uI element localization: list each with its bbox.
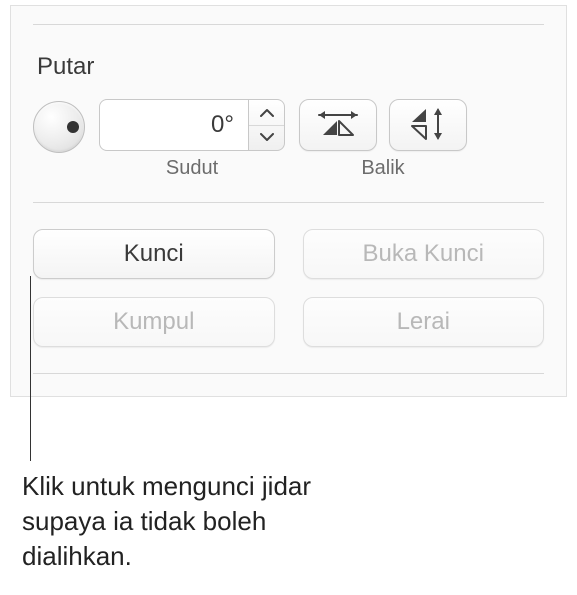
unlock-button[interactable]: Buka Kunci (303, 229, 545, 279)
angle-group: Sudut (99, 99, 285, 180)
chevron-up-icon (260, 105, 274, 120)
angle-step-down[interactable] (249, 126, 284, 151)
flip-horizontal-icon (317, 109, 359, 142)
flip-buttons (299, 99, 467, 151)
group-button[interactable]: Kumpul (33, 297, 275, 347)
flip-vertical-icon (408, 107, 448, 144)
flip-horizontal-button[interactable] (299, 99, 377, 151)
lock-button[interactable]: Kunci (33, 229, 275, 279)
lock-group-grid: Kunci Buka Kunci Kumpul Lerai (33, 203, 544, 373)
flip-group: Balik (299, 99, 467, 180)
callout-text: Klik untuk mengunci jidar supaya ia tida… (22, 469, 352, 574)
rotation-dial[interactable] (33, 101, 85, 153)
rotate-section-title: Putar (33, 25, 544, 99)
arrange-panel: Putar Sudut (10, 5, 567, 397)
flip-label: Balik (361, 157, 404, 180)
angle-input[interactable] (99, 99, 249, 151)
chevron-down-icon (260, 130, 274, 145)
flip-vertical-button[interactable] (389, 99, 467, 151)
angle-label: Sudut (166, 157, 218, 180)
angle-stepper (249, 99, 285, 151)
ungroup-button[interactable]: Lerai (303, 297, 545, 347)
callout-line (30, 276, 31, 461)
angle-input-wrap (99, 99, 285, 151)
rotate-controls-row: Sudut (33, 99, 544, 202)
divider (33, 373, 544, 374)
angle-step-up[interactable] (249, 100, 284, 126)
